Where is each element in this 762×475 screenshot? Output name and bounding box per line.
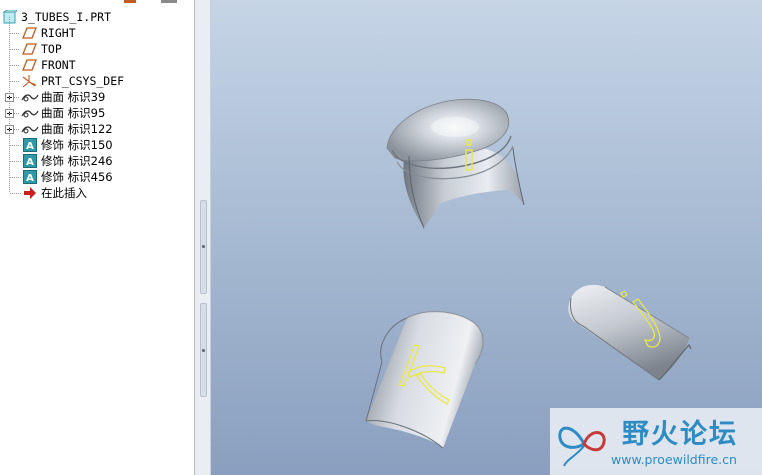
watermark: 野火论坛 www.proewildfire.cn	[550, 408, 762, 475]
tube-k[interactable]	[365, 311, 484, 449]
sash-handle-upper[interactable]	[200, 200, 207, 294]
tree-item-label: TOP	[41, 42, 62, 56]
tree-connectors	[9, 17, 22, 194]
tube-i[interactable]	[386, 98, 525, 229]
tree-item-label: 曲面 标识122	[41, 122, 113, 136]
tree-item-label: RIGHT	[41, 26, 76, 40]
tube-j[interactable]	[568, 284, 692, 381]
tree-item-label: 曲面 标识95	[41, 106, 106, 120]
graphics-viewport[interactable]: 野火论坛 www.proewildfire.cn	[211, 0, 762, 475]
panel-splitter[interactable]	[195, 0, 211, 475]
tree-item-label: 曲面 标识39	[41, 90, 106, 104]
butterfly-logo-icon	[558, 426, 606, 467]
tree-item-label: PRT_CSYS_DEF	[41, 74, 125, 88]
tree-item-label: FRONT	[41, 58, 76, 72]
toolbar-fragment	[161, 0, 177, 3]
tree-item-label: 修饰 标识150	[41, 138, 113, 152]
sash-handle-lower[interactable]	[200, 303, 207, 397]
watermark-url: www.proewildfire.cn	[611, 452, 737, 467]
tree-item-label: 修饰 标识246	[41, 154, 113, 168]
watermark-brand: 野火论坛	[622, 419, 738, 450]
tree-item-label: 在此插入	[41, 186, 87, 200]
tree-item-label: 修饰 标识456	[41, 170, 113, 184]
model-tree-panel[interactable]: 3_TUBES_I.PRT RIGHT TOP FRONT PRT_CSYS_D…	[0, 0, 195, 475]
toolbar-fragment	[124, 0, 136, 3]
model-scene	[365, 98, 692, 449]
